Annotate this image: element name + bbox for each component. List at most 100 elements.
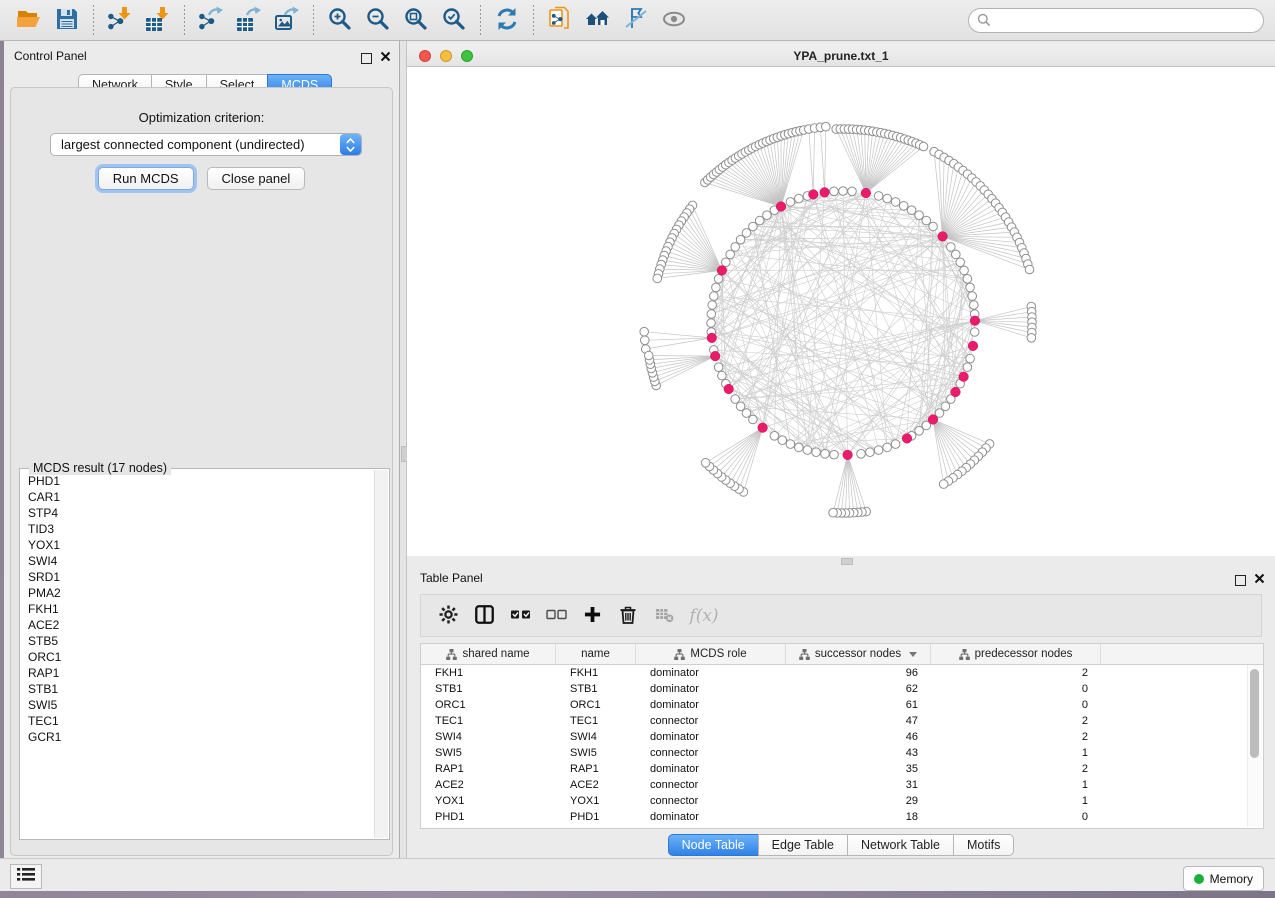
export-image-button[interactable] — [270, 4, 304, 36]
table-row[interactable]: RAP1RAP1dominator352 — [421, 761, 1263, 777]
delete-column-button[interactable] — [613, 601, 643, 631]
cell-shared-name[interactable]: ORC1 — [421, 697, 556, 713]
cell-MCDS-role[interactable]: dominator — [636, 681, 786, 697]
search-input[interactable] — [968, 8, 1264, 33]
cell-predecessor-nodes[interactable]: 0 — [931, 697, 1101, 713]
refresh-network-button[interactable] — [490, 4, 524, 36]
table-row[interactable]: SWI4SWI4dominator462 — [421, 729, 1263, 745]
cell-successor-nodes[interactable]: 43 — [786, 745, 931, 761]
export-table-button[interactable] — [232, 4, 266, 36]
cell-shared-name[interactable]: SWI5 — [421, 745, 556, 761]
cell-name[interactable]: ACE2 — [556, 777, 636, 793]
mcds-result-item[interactable]: STB1 — [21, 681, 375, 697]
task-history-button[interactable] — [10, 864, 42, 889]
cell-MCDS-role[interactable]: dominator — [636, 809, 786, 825]
float-window-icon[interactable] — [361, 53, 372, 64]
cell-predecessor-nodes[interactable]: 2 — [931, 665, 1101, 681]
criterion-dropdown[interactable]: largest connected component (undirected) — [50, 133, 362, 156]
tab-network-table[interactable]: Network Table — [847, 834, 954, 856]
open-file-button[interactable] — [12, 4, 46, 36]
cell-name[interactable]: TEC1 — [556, 713, 636, 729]
mcds-result-item[interactable]: STP4 — [21, 505, 375, 521]
vertical-splitter[interactable] — [399, 41, 407, 858]
cell-shared-name[interactable]: YOX1 — [421, 793, 556, 809]
clear-selection-button[interactable] — [541, 601, 571, 631]
settings-gear-button[interactable] — [433, 601, 463, 631]
table-row[interactable]: PHD1PHD1dominator180 — [421, 809, 1263, 825]
cell-successor-nodes[interactable]: 96 — [786, 665, 931, 681]
cell-predecessor-nodes[interactable]: 2 — [931, 761, 1101, 777]
float-window-icon[interactable] — [1235, 575, 1246, 586]
run-mcds-button[interactable]: Run MCDS — [98, 167, 194, 190]
cell-name[interactable]: SWI5 — [556, 745, 636, 761]
table-scrollbar[interactable] — [1247, 665, 1262, 827]
close-panel-icon[interactable] — [380, 49, 391, 67]
cell-shared-name[interactable]: TEC1 — [421, 713, 556, 729]
table-row[interactable]: YOX1YOX1connector291 — [421, 793, 1263, 809]
export-network-button[interactable] — [194, 4, 228, 36]
splitter-grip[interactable] — [841, 558, 853, 565]
column-header-predecessor-nodes[interactable]: predecessor nodes — [931, 644, 1101, 664]
cell-predecessor-nodes[interactable]: 1 — [931, 793, 1101, 809]
memory-button[interactable]: Memory — [1183, 866, 1264, 891]
column-header-name[interactable]: name — [556, 644, 636, 664]
cell-name[interactable]: RAP1 — [556, 761, 636, 777]
cell-successor-nodes[interactable]: 46 — [786, 729, 931, 745]
save-session-button[interactable] — [50, 4, 84, 36]
cell-successor-nodes[interactable]: 61 — [786, 697, 931, 713]
zoom-fit-button[interactable] — [399, 4, 433, 36]
cell-predecessor-nodes[interactable]: 0 — [931, 681, 1101, 697]
table-row[interactable]: STB1STB1dominator620 — [421, 681, 1263, 697]
column-header-shared-name[interactable]: shared name — [421, 644, 556, 664]
mcds-result-item[interactable]: SWI5 — [21, 697, 375, 713]
share-document-button[interactable] — [543, 4, 577, 36]
column-header-successor-nodes[interactable]: successor nodes — [786, 644, 931, 664]
cell-name[interactable]: PHD1 — [556, 809, 636, 825]
cell-MCDS-role[interactable]: dominator — [636, 697, 786, 713]
mcds-result-item[interactable]: RAP1 — [21, 665, 375, 681]
mcds-result-item[interactable]: TID3 — [21, 521, 375, 537]
network-graph[interactable] — [407, 67, 1275, 556]
split-view-button[interactable] — [469, 601, 499, 631]
network-overview-button[interactable] — [581, 4, 615, 36]
mcds-result-item[interactable]: STB5 — [21, 633, 375, 649]
mcds-result-item[interactable]: GCR1 — [21, 729, 375, 745]
network-canvas[interactable] — [407, 67, 1275, 556]
mcds-result-item[interactable]: ORC1 — [21, 649, 375, 665]
import-network-button[interactable] — [103, 4, 137, 36]
mcds-result-item[interactable]: FKH1 — [21, 601, 375, 617]
horizontal-splitter[interactable] — [407, 556, 1275, 565]
hide-annotations-button[interactable] — [619, 4, 653, 36]
table-row[interactable]: ACE2ACE2connector311 — [421, 777, 1263, 793]
table-row[interactable]: FKH1FKH1dominator962 — [421, 665, 1263, 681]
zoom-in-button[interactable] — [323, 4, 357, 36]
scrollbar-thumb[interactable] — [1250, 669, 1259, 758]
show-annotations-button[interactable] — [657, 4, 691, 36]
cell-successor-nodes[interactable]: 18 — [786, 809, 931, 825]
zoom-out-button[interactable] — [361, 4, 395, 36]
close-panel-button[interactable]: Close panel — [207, 167, 306, 190]
zoom-selected-button[interactable] — [437, 4, 471, 36]
cell-name[interactable]: SWI4 — [556, 729, 636, 745]
cell-MCDS-role[interactable]: connector — [636, 745, 786, 761]
cell-name[interactable]: YOX1 — [556, 793, 636, 809]
table-row[interactable]: ORC1ORC1dominator610 — [421, 697, 1263, 713]
mcds-result-item[interactable]: ACE2 — [21, 617, 375, 633]
import-table-button[interactable] — [141, 4, 175, 36]
cell-MCDS-role[interactable]: dominator — [636, 761, 786, 777]
cell-MCDS-role[interactable]: dominator — [636, 665, 786, 681]
cell-shared-name[interactable]: RAP1 — [421, 761, 556, 777]
cell-name[interactable]: FKH1 — [556, 665, 636, 681]
cell-MCDS-role[interactable]: connector — [636, 793, 786, 809]
cell-successor-nodes[interactable]: 35 — [786, 761, 931, 777]
cell-predecessor-nodes[interactable]: 2 — [931, 729, 1101, 745]
cell-shared-name[interactable]: FKH1 — [421, 665, 556, 681]
cell-shared-name[interactable]: PHD1 — [421, 809, 556, 825]
cell-shared-name[interactable]: ACE2 — [421, 777, 556, 793]
tab-edge-table[interactable]: Edge Table — [758, 834, 848, 856]
column-header-MCDS-role[interactable]: MCDS role — [636, 644, 786, 664]
table-row[interactable]: SWI5SWI5connector431 — [421, 745, 1263, 761]
cell-successor-nodes[interactable]: 29 — [786, 793, 931, 809]
cell-MCDS-role[interactable]: connector — [636, 713, 786, 729]
cell-MCDS-role[interactable]: connector — [636, 777, 786, 793]
